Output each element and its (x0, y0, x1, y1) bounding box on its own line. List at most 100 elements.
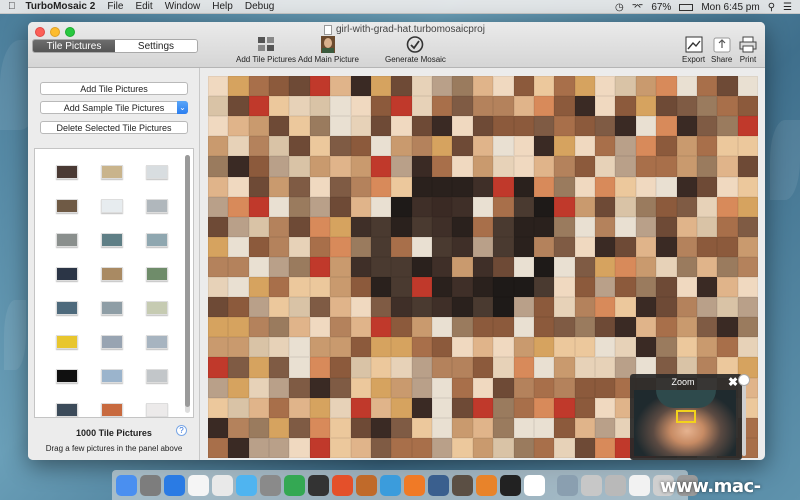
tile-thumbnail-cell[interactable] (47, 325, 87, 359)
tile-thumbnail[interactable] (146, 403, 168, 417)
zoom-slider-knob[interactable] (738, 374, 750, 386)
tile-thumbnail-cell[interactable] (47, 189, 87, 223)
menu-debug[interactable]: Debug (245, 1, 274, 12)
dock-app-icon[interactable] (260, 474, 281, 496)
maximize-window-button[interactable] (65, 27, 75, 37)
menu-help[interactable]: Help (212, 1, 233, 12)
tile-thumbnail-cell[interactable] (92, 223, 132, 257)
menu-edit[interactable]: Edit (135, 1, 152, 12)
dock-app-icon[interactable] (629, 474, 650, 496)
dock-app-icon[interactable] (524, 474, 545, 496)
menu-window[interactable]: Window (165, 1, 201, 12)
tile-thumbnail-cell[interactable] (137, 359, 177, 393)
tile-thumbnail-cell[interactable] (137, 155, 177, 189)
tile-thumbnail[interactable] (101, 369, 123, 383)
tile-thumbnail-cell[interactable] (137, 325, 177, 359)
dock-app-icon[interactable] (581, 474, 602, 496)
generate-mosaic-toolbar-button[interactable]: Generate Mosaic (385, 36, 446, 64)
tile-thumbnail[interactable] (56, 301, 78, 315)
tile-thumbnail-cell[interactable] (92, 189, 132, 223)
tile-thumbnail-cell[interactable] (92, 359, 132, 393)
print-toolbar-button[interactable]: Print (739, 36, 757, 64)
tile-thumbnail[interactable] (101, 165, 123, 179)
apple-menu-icon[interactable]:  (8, 1, 16, 12)
thumbnail-scrollbar-thumb[interactable] (185, 155, 190, 407)
dock-app-icon[interactable] (557, 474, 578, 496)
zoom-slider-track[interactable] (742, 378, 746, 456)
add-sample-tile-pictures-popup[interactable]: Add Sample Tile Pictures ⌄ (40, 101, 188, 114)
dock-app-icon[interactable] (308, 474, 329, 496)
search-icon[interactable]: ⚲ (768, 2, 775, 13)
share-toolbar-button[interactable]: Share (711, 36, 732, 64)
tile-thumbnail-cell[interactable] (47, 155, 87, 189)
dock-app-icon[interactable] (236, 474, 257, 496)
close-window-button[interactable] (35, 27, 45, 37)
tile-pictures-panel[interactable] (34, 148, 194, 418)
tile-thumbnail[interactable] (56, 165, 78, 179)
dock-app-icon[interactable] (476, 474, 497, 496)
tile-thumbnail-cell[interactable] (92, 291, 132, 325)
delete-selected-tile-pictures-button[interactable]: Delete Selected Tile Pictures (40, 121, 188, 134)
tile-thumbnail[interactable] (56, 267, 78, 281)
tab-tile-pictures[interactable]: Tile Pictures (33, 40, 115, 52)
tile-thumbnail[interactable] (56, 199, 78, 213)
dock-app-icon[interactable] (116, 474, 137, 496)
tile-thumbnail[interactable] (101, 403, 123, 417)
dock-app-icon[interactable] (500, 474, 521, 496)
dock-app-icon[interactable] (428, 474, 449, 496)
tile-thumbnail[interactable] (146, 267, 168, 281)
tile-thumbnail-cell[interactable] (47, 359, 87, 393)
tile-thumbnail-cell[interactable] (92, 257, 132, 291)
tile-thumbnail[interactable] (101, 335, 123, 349)
add-tile-pictures-button[interactable]: Add Tile Pictures (40, 82, 188, 95)
menu-file[interactable]: File (107, 1, 123, 12)
tile-thumbnail-cell[interactable] (47, 393, 87, 417)
minimize-window-button[interactable] (50, 27, 60, 37)
dock-app-icon[interactable] (332, 474, 353, 496)
add-main-picture-toolbar-button[interactable]: Add Main Picture (298, 36, 359, 64)
dock-app-icon[interactable] (140, 474, 161, 496)
tile-thumbnail[interactable] (56, 335, 78, 349)
dock-app-icon[interactable] (212, 474, 233, 496)
tile-thumbnail-cell[interactable] (137, 189, 177, 223)
close-icon[interactable]: ✖ (728, 375, 738, 389)
dock-app-icon[interactable] (164, 474, 185, 496)
tile-thumbnail-cell[interactable] (92, 325, 132, 359)
help-icon[interactable]: ? (176, 425, 187, 436)
clock[interactable]: Mon 6:45 pm (701, 2, 759, 13)
tile-thumbnail[interactable] (146, 165, 168, 179)
add-tile-pictures-toolbar-button[interactable]: Add Tile Pictures (236, 36, 296, 64)
tile-thumbnail-cell[interactable] (47, 291, 87, 325)
dock-app-icon[interactable] (380, 474, 401, 496)
tile-thumbnail-cell[interactable] (137, 257, 177, 291)
dock-app-icon[interactable] (605, 474, 626, 496)
app-menu[interactable]: TurboMosaic 2 (26, 1, 96, 12)
tile-thumbnail[interactable] (101, 199, 123, 213)
dock-app-icon[interactable] (284, 474, 305, 496)
dock-app-icon[interactable] (404, 474, 425, 496)
time-machine-icon[interactable]: ◷ (615, 2, 624, 13)
tile-thumbnail-cell[interactable] (137, 223, 177, 257)
tile-thumbnail-cell[interactable] (137, 291, 177, 325)
dock-app-icon[interactable] (452, 474, 473, 496)
zoom-preview-image[interactable] (634, 390, 736, 456)
tile-thumbnail[interactable] (56, 233, 78, 247)
tile-thumbnail[interactable] (56, 403, 78, 417)
tile-thumbnail-cell[interactable] (137, 393, 177, 417)
dock-app-icon[interactable] (356, 474, 377, 496)
tile-thumbnail-cell[interactable] (47, 223, 87, 257)
tile-thumbnail[interactable] (146, 335, 168, 349)
notification-center-icon[interactable]: ☰ (783, 2, 792, 13)
wifi-icon[interactable]: ⌤ (632, 2, 644, 13)
tile-thumbnail[interactable] (101, 267, 123, 281)
battery-icon[interactable] (679, 3, 694, 11)
tile-thumbnail[interactable] (146, 199, 168, 213)
tile-thumbnail-cell[interactable] (92, 393, 132, 417)
tile-thumbnail[interactable] (146, 369, 168, 383)
export-toolbar-button[interactable]: Export (682, 36, 705, 64)
tile-thumbnail[interactable] (146, 233, 168, 247)
tile-thumbnail[interactable] (56, 369, 78, 383)
tile-thumbnail[interactable] (101, 301, 123, 315)
battery-percent[interactable]: 67% (651, 2, 671, 13)
tile-thumbnail[interactable] (101, 233, 123, 247)
